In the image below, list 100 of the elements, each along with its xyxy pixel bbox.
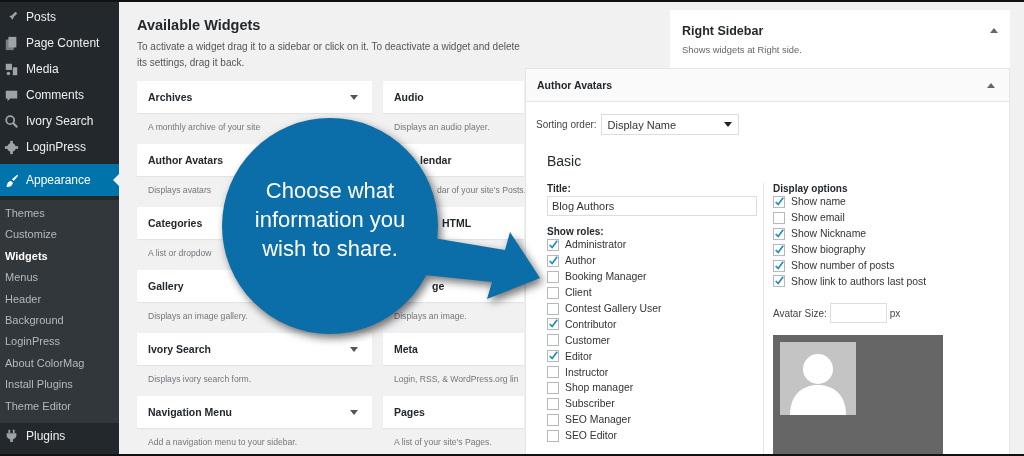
checkbox[interactable] [773, 195, 785, 208]
checkbox-label: Editor [565, 350, 593, 362]
caret-icon[interactable] [350, 346, 358, 352]
checkbox-label: Show number of posts [791, 260, 895, 271]
checkbox[interactable] [547, 334, 559, 347]
collapse-icon[interactable] [987, 82, 995, 88]
menu-item[interactable]: Plugins [0, 422, 119, 449]
caret-icon[interactable] [350, 94, 358, 100]
widget-description: A list or dropdow [148, 248, 212, 258]
widget-card[interactable]: Ivory Search [137, 333, 372, 365]
submenu-item[interactable]: Customize [0, 224, 119, 246]
checkbox-label: Show Nickname [791, 228, 867, 240]
checkbox[interactable] [547, 413, 559, 426]
widget-name: Meta [394, 343, 418, 355]
media-icon [4, 61, 19, 77]
checkbox[interactable] [773, 259, 785, 272]
widget-card[interactable]: Navigation Menu [137, 396, 372, 428]
panel-title: Right Sidebar [682, 23, 764, 38]
submenu-item[interactable]: Background [0, 309, 119, 332]
caret-icon[interactable] [350, 409, 358, 415]
widget-name: Categories [148, 217, 203, 229]
widget-name: Navigation Menu [148, 406, 232, 418]
checkbox-label: Author [565, 255, 596, 267]
submenu-item[interactable]: About ColorMag [0, 352, 119, 375]
gear-icon [4, 139, 19, 155]
checkbox[interactable] [773, 211, 785, 224]
widget-name: Author Avatars [148, 154, 224, 166]
checkbox-label: Contributor [565, 318, 617, 330]
checkbox[interactable] [547, 238, 559, 251]
widget-description: Displays an audio player. [394, 122, 490, 132]
field-label: Avatar Size: [773, 307, 827, 319]
menu-item[interactable]: Media [0, 56, 119, 82]
menu-item[interactable]: Comments [0, 82, 119, 108]
sort-dropdown[interactable]: Display Name [600, 114, 739, 135]
plug-icon [4, 428, 19, 444]
checkbox-label: Contest Gallery User [565, 303, 662, 314]
checkbox[interactable] [547, 318, 559, 331]
menu-item[interactable]: Posts [0, 4, 119, 30]
widget-description: Login, RSS, & WordPress.org lin [394, 374, 519, 384]
submenu-item[interactable]: Menus [0, 267, 119, 289]
checkbox[interactable] [547, 381, 559, 394]
checkbox-label: Show name [791, 196, 846, 208]
avatar-silhouette-icon [780, 342, 856, 416]
widget-name: ge [432, 280, 445, 292]
widget-description: Displays an image gallery. [148, 311, 248, 321]
panel-header[interactable]: Author Avatars [526, 69, 1009, 102]
checkbox[interactable] [547, 270, 559, 283]
menu-item[interactable]: Ivory Search [0, 108, 119, 134]
panel-title: Author Avatars [537, 79, 613, 91]
panel-description: Shows widgets at Right side. [682, 43, 803, 55]
checkbox[interactable] [547, 254, 559, 267]
checkbox[interactable] [773, 275, 785, 288]
field-label: Sorting order: [536, 119, 597, 130]
checkbox-label: Booking Manager [565, 271, 647, 283]
checkbox-label: Customer [565, 334, 611, 346]
checkbox[interactable] [547, 429, 559, 442]
avatar-size-field[interactable] [829, 303, 887, 324]
unit-label: px [889, 307, 901, 319]
widget-description: dar of your site's Posts. [437, 185, 527, 195]
checkbox-label: Instructor [565, 366, 609, 378]
checkbox-label: Administrator [565, 239, 627, 251]
widget-card[interactable]: Audio [383, 81, 524, 113]
section-description: To activate a widget drag it to a sidebar or click on it. To deactivate a widget and delete its settings, drag it back. [137, 40, 521, 70]
checkbox-label: Shop manager [565, 382, 634, 394]
checkbox[interactable] [547, 397, 559, 410]
search-icon [4, 113, 19, 129]
checkbox[interactable] [547, 302, 559, 315]
menu-item[interactable]: Appearance [0, 164, 119, 196]
checkbox-label: SEO Editor [565, 430, 617, 442]
submenu-item[interactable]: Header [0, 288, 119, 310]
widget-card[interactable]: Meta [383, 333, 524, 365]
submenu-item[interactable]: Install Plugins [0, 374, 119, 396]
brush-icon [4, 172, 19, 188]
field-label: Display options [773, 183, 849, 194]
widget-description: Displays avatars [148, 185, 212, 195]
widget-card[interactable]: Pages [383, 396, 524, 428]
submenu-item[interactable]: Themes [0, 203, 119, 225]
checkbox[interactable] [547, 350, 559, 363]
submenu-item[interactable]: Theme Editor [0, 395, 119, 417]
menu-item[interactable]: LoginPress [0, 134, 119, 160]
pages-icon [4, 35, 19, 51]
widget-name: HTML [442, 217, 472, 229]
field-label: Title: [547, 183, 572, 194]
widget-description: Displays ivory search form. [148, 374, 252, 384]
submenu-item[interactable]: Widgets [0, 245, 119, 268]
checkbox[interactable] [773, 243, 785, 256]
widget-name: Audio [394, 91, 424, 103]
section-heading: Basic [547, 153, 583, 169]
checkbox[interactable] [773, 227, 785, 240]
checkbox[interactable] [547, 366, 559, 379]
collapse-icon[interactable] [990, 28, 998, 33]
dropdown-caret-icon [723, 122, 732, 127]
checkbox[interactable] [547, 286, 559, 299]
widget-card[interactable]: Archives [137, 81, 372, 113]
menu-item[interactable]: Page Content [0, 30, 119, 56]
checkbox-label: SEO Manager [565, 414, 631, 426]
checkbox-label: Show email [791, 212, 845, 224]
widget-name: Pages [394, 406, 425, 418]
title-field[interactable]: Blog Authors [547, 196, 757, 216]
submenu-item[interactable]: LoginPress [0, 331, 119, 353]
